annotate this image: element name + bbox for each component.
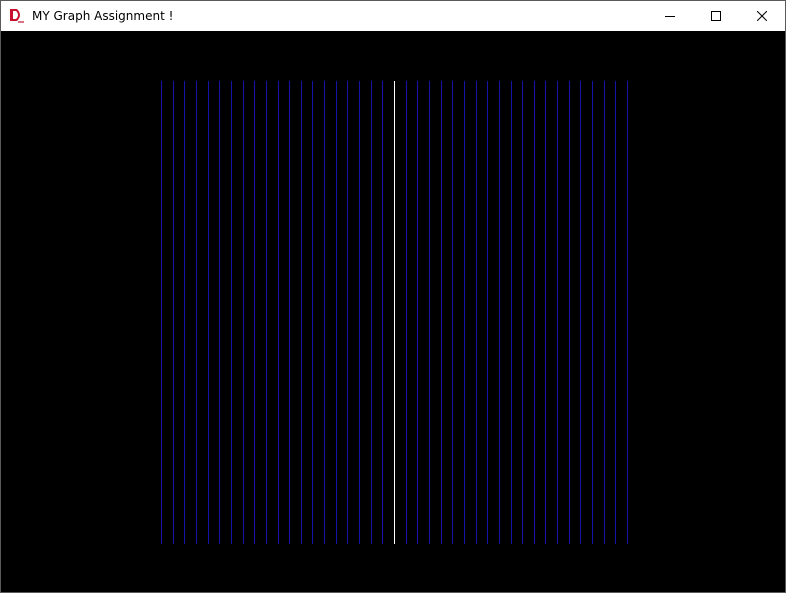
graph-canvas	[161, 81, 628, 544]
title-bar[interactable]: MY Graph Assignment !	[1, 1, 785, 31]
graph-canvas-area	[1, 31, 785, 592]
window-title: MY Graph Assignment !	[32, 9, 174, 23]
close-button[interactable]	[739, 1, 785, 31]
close-icon	[757, 11, 767, 21]
minimize-button[interactable]	[647, 1, 693, 31]
maximize-button[interactable]	[693, 1, 739, 31]
app-logo-icon	[10, 9, 24, 23]
app-window: MY Graph Assignment !	[0, 0, 786, 593]
maximize-icon	[711, 11, 721, 21]
minimize-icon	[665, 16, 675, 17]
